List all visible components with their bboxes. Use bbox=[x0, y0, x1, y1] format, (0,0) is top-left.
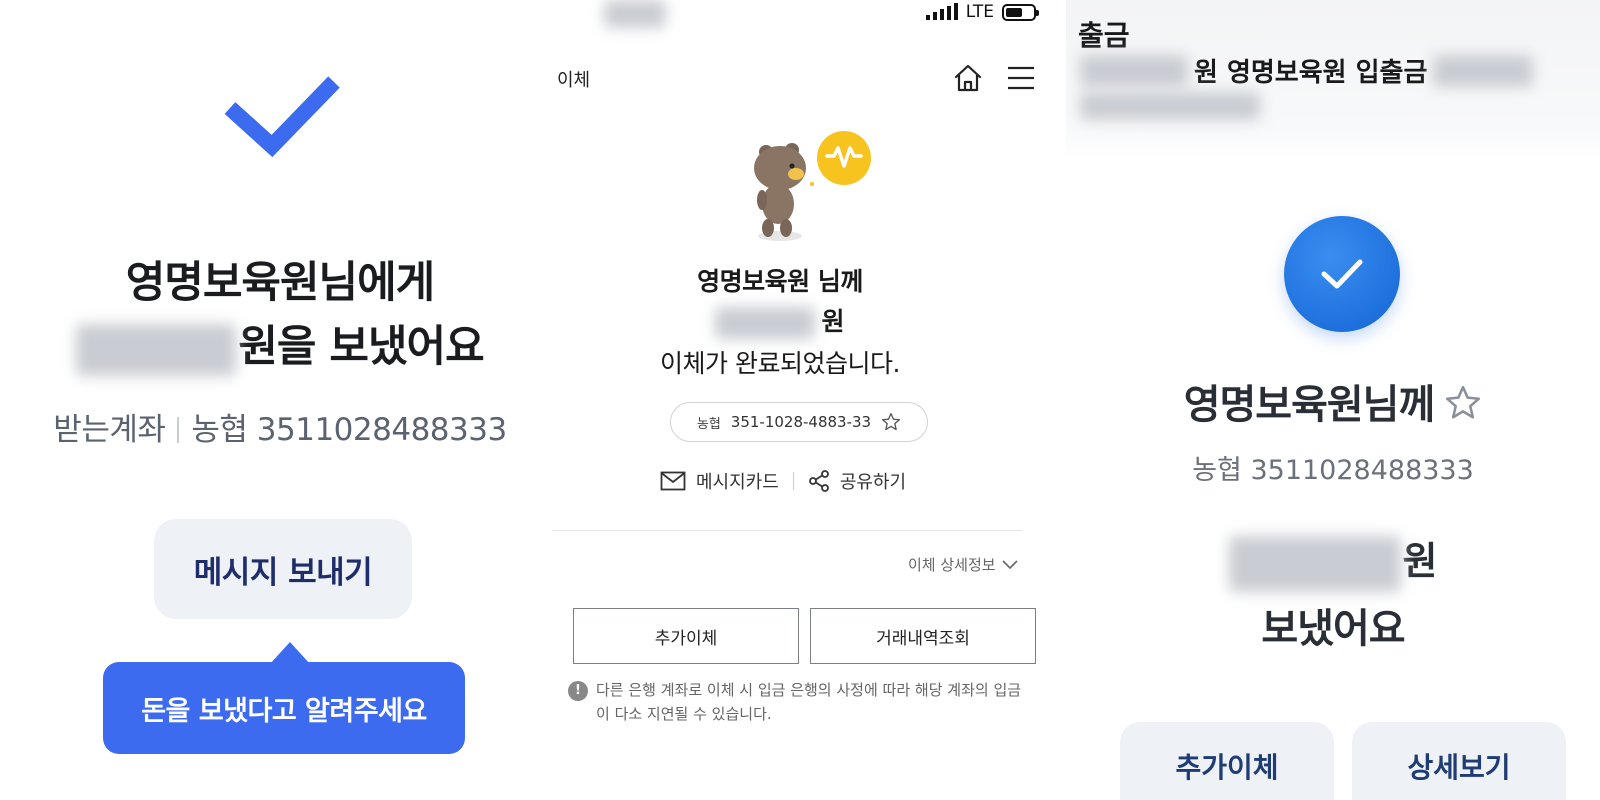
recipient-name: 영명보육원님께 bbox=[1066, 372, 1600, 430]
star-icon[interactable] bbox=[1444, 384, 1482, 422]
bear-character-icon bbox=[754, 131, 871, 241]
additional-transfer-button[interactable]: 추가이체 bbox=[1120, 722, 1334, 800]
check-icon bbox=[224, 76, 340, 158]
signal-icon bbox=[925, 3, 958, 20]
notification-body: 원 영명보육원 입출금 bbox=[1080, 52, 1534, 89]
amount-suffix: 원 bbox=[1402, 539, 1438, 583]
share-label: 공유하기 bbox=[839, 472, 907, 493]
sent-message: 보냈어요 bbox=[1261, 606, 1405, 652]
redacted-text bbox=[1433, 54, 1534, 87]
account-label: 받는계좌 bbox=[53, 412, 166, 448]
recipient-label: 영명보육원님께 bbox=[1183, 382, 1436, 428]
toss-transfer-complete-panel: 영명보육원님에게 원을 보냈어요 받는계좌 농협 3511028488333 메시… bbox=[0, 0, 560, 800]
redacted-text bbox=[1080, 54, 1188, 87]
amount-redacted bbox=[715, 307, 816, 339]
notification-banner[interactable]: 출금 원 영명보육원 입출금 bbox=[1066, 0, 1600, 160]
amount-sent-suffix: 원을 보냈어요 bbox=[238, 322, 484, 372]
send-message-button[interactable]: 메시지 보내기 bbox=[154, 519, 412, 619]
tooltip-arrow bbox=[270, 642, 310, 664]
share-actions: 메시지카드 공유하기 bbox=[660, 468, 906, 494]
account-pill: 농협 351-1028-4883-33 bbox=[670, 402, 928, 442]
share-icon bbox=[808, 470, 829, 492]
notification-text: 원 영명보육원 입출금 bbox=[1194, 58, 1428, 88]
menu-icon[interactable] bbox=[1006, 64, 1036, 92]
battery-icon bbox=[1002, 3, 1039, 21]
chevron-down-icon bbox=[1002, 559, 1018, 569]
recipient-line: 영명보육원 님께 bbox=[697, 267, 863, 296]
section-divider bbox=[552, 530, 1022, 531]
account-number: 351-1028-4883-33 bbox=[730, 413, 872, 431]
notify-tooltip: 돈을 보냈다고 알려주세요 bbox=[103, 662, 465, 754]
bank-transfer-complete-panel: 출금 원 영명보육원 입출금 영명보육원님께 농협 3511028488333 … bbox=[1066, 0, 1600, 800]
amount-line: 원 bbox=[1066, 530, 1600, 592]
status-time-redacted bbox=[604, 0, 666, 28]
account-value: 농협 3511028488333 bbox=[191, 412, 507, 448]
transfer-notice: ! 다른 은행 계좌로 이체 시 입금 은행의 사정에 따라 해당 계좌의 입금… bbox=[568, 678, 1033, 726]
amount-line: 원 bbox=[560, 302, 1000, 339]
home-icon[interactable] bbox=[952, 62, 984, 94]
mail-icon bbox=[660, 471, 686, 491]
amount-redacted bbox=[76, 323, 237, 376]
star-icon[interactable] bbox=[881, 412, 901, 432]
divider bbox=[177, 417, 180, 443]
notification-title: 출금 bbox=[1078, 19, 1130, 52]
account-bank: 농협 bbox=[696, 416, 721, 432]
amount-suffix: 원 bbox=[821, 307, 845, 336]
transaction-history-button[interactable]: 거래내역조회 bbox=[810, 608, 1036, 664]
info-icon: ! bbox=[568, 681, 588, 701]
detail-view-button[interactable]: 상세보기 bbox=[1352, 722, 1566, 800]
kakao-transfer-complete-panel: LTE 이체 영명보육원 님께 원 이체가 완료되었습니다. 농협 351-10… bbox=[552, 0, 1066, 800]
share-button[interactable]: 공유하기 bbox=[808, 468, 906, 494]
message-card-label: 메시지카드 bbox=[696, 472, 779, 493]
transfer-detail-toggle[interactable]: 이체 상세정보 bbox=[908, 554, 1018, 575]
additional-transfer-button[interactable]: 추가이체 bbox=[573, 608, 799, 664]
amount-redacted bbox=[1228, 535, 1401, 592]
recipient-title: 영명보육원님에게 bbox=[125, 258, 435, 308]
message-card-button[interactable]: 메시지카드 bbox=[660, 468, 779, 494]
success-check-icon bbox=[1284, 216, 1400, 332]
divider bbox=[792, 472, 794, 490]
receiving-account: 받는계좌 농협 3511028488333 bbox=[0, 404, 560, 449]
amount-sent-title: 원을 보냈어요 bbox=[0, 312, 560, 376]
redacted-text bbox=[1080, 92, 1260, 120]
page-title: 이체 bbox=[557, 70, 591, 91]
recipient-account: 농협 3511028488333 bbox=[1192, 455, 1474, 486]
notice-text: 다른 은행 계좌로 이체 시 입금 은행의 사정에 따라 해당 계좌의 입금이 … bbox=[596, 681, 1022, 723]
status-bar: LTE bbox=[925, 2, 1039, 22]
detail-label: 이체 상세정보 bbox=[908, 556, 996, 574]
network-label: LTE bbox=[965, 2, 994, 22]
complete-message: 이체가 완료되었습니다. bbox=[660, 349, 900, 378]
